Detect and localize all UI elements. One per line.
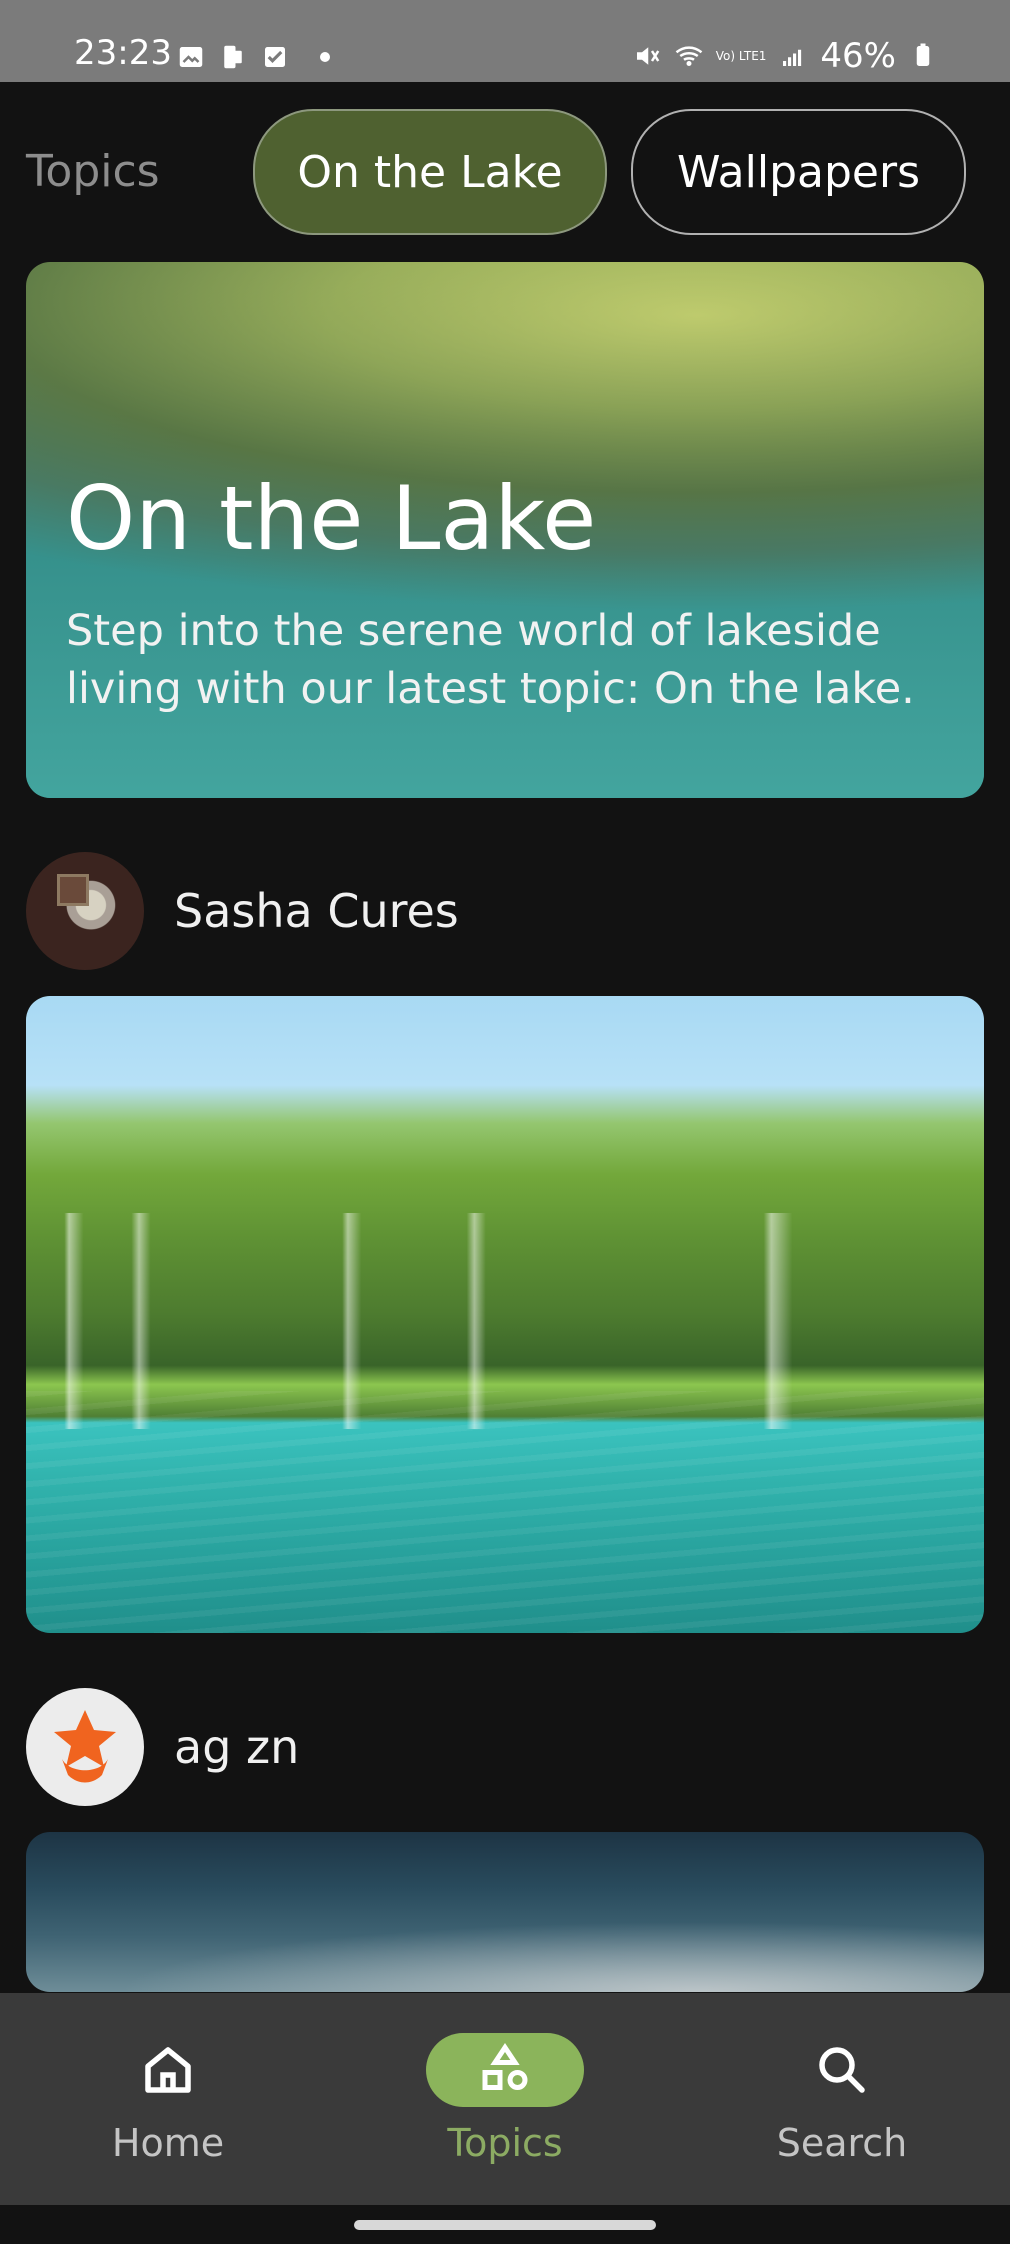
- search-icon: [819, 2047, 865, 2093]
- star-avatar-icon: [54, 1710, 116, 1783]
- topic-hero-card: On the Lake Step into the serene world o…: [26, 262, 984, 798]
- hero-title: On the Lake: [66, 467, 597, 570]
- nav-search[interactable]: Search: [674, 1993, 1010, 2205]
- avatar[interactable]: [26, 852, 144, 970]
- nav-topics-label: Topics: [447, 2121, 563, 2165]
- status-left-icons: [176, 42, 330, 72]
- mute-icon: [636, 47, 660, 65]
- topics-header: Topics On the Lake Wallpapers: [0, 82, 1010, 260]
- cloudy-sky-photo[interactable]: [26, 1832, 984, 1992]
- topic-chip-wallpapers[interactable]: Wallpapers: [631, 109, 966, 235]
- topics-icon-wrap: [426, 2033, 584, 2107]
- nav-search-label: Search: [776, 2121, 908, 2165]
- nav-home[interactable]: Home: [0, 1993, 336, 2205]
- search-icon-wrap: [763, 2033, 921, 2107]
- notification-dot: [320, 52, 330, 62]
- lake-waterfall-photo[interactable]: [26, 996, 984, 1633]
- device-icon: [224, 45, 242, 69]
- gesture-handle[interactable]: [354, 2220, 656, 2230]
- avatar[interactable]: [26, 1688, 144, 1806]
- battery-percentage: 46%: [820, 36, 896, 76]
- page-title: Topics: [26, 146, 160, 197]
- status-bar: 23:23 Vo) LTE1 46%: [0, 0, 1010, 82]
- battery-icon: [916, 43, 930, 66]
- topic-chip-on-the-lake[interactable]: On the Lake: [253, 109, 607, 235]
- status-right-icons: Vo) LTE1 46%: [632, 36, 938, 76]
- check-task-icon: [265, 47, 285, 67]
- author-row-sasha-cures[interactable]: Sasha Cures: [26, 852, 459, 970]
- status-time: 23:23: [74, 33, 172, 73]
- home-icon-wrap: [89, 2033, 247, 2107]
- hero-description: Step into the serene world of lakeside l…: [66, 606, 915, 714]
- wifi-icon: [675, 46, 703, 66]
- nav-home-label: Home: [111, 2121, 225, 2165]
- author-name[interactable]: Sasha Cures: [174, 884, 459, 938]
- author-name[interactable]: ag zn: [174, 1720, 299, 1774]
- network-label: Vo) LTE1: [715, 49, 767, 63]
- signal-icon: [783, 49, 802, 66]
- home-icon: [145, 2047, 191, 2093]
- bottom-navigation: Home Topics Search: [0, 1993, 1010, 2205]
- nav-topics[interactable]: Topics: [337, 1993, 673, 2205]
- shapes-icon: [482, 2042, 528, 2090]
- gallery-icon: [179, 47, 203, 67]
- author-row-ag-zn[interactable]: ag zn: [26, 1688, 299, 1806]
